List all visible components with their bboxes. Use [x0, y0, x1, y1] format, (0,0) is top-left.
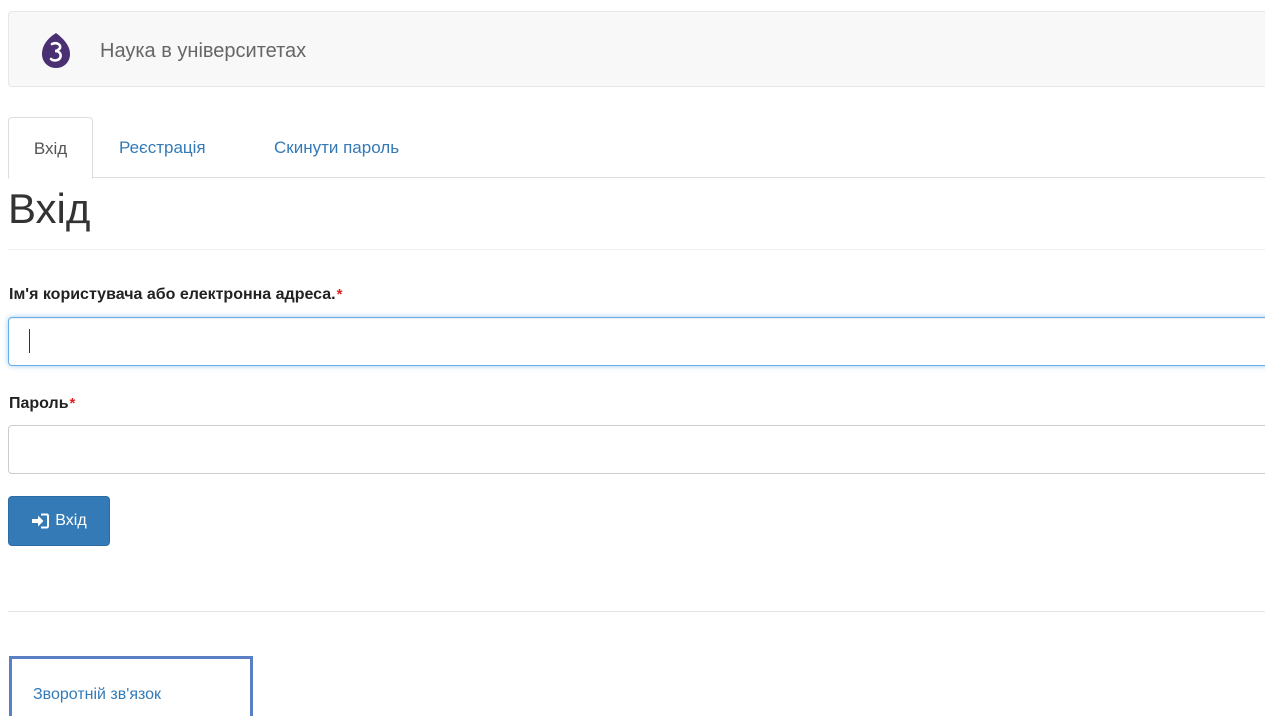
- university-logo-icon[interactable]: [36, 30, 76, 70]
- tab-reset-password[interactable]: Скинути пароль: [274, 117, 399, 178]
- tab-register[interactable]: Реєстрація: [119, 117, 206, 178]
- password-label: Пароль*: [9, 394, 75, 414]
- footer-divider: [8, 611, 1265, 612]
- auth-tabs: Вхід Реєстрація Скинути пароль: [8, 117, 1265, 179]
- username-input[interactable]: [8, 317, 1265, 366]
- username-label: Ім'я користувача або електронна адреса.*: [9, 285, 342, 305]
- feedback-link[interactable]: Зворотній зв'язок: [33, 685, 161, 705]
- feedback-highlight-box: Зворотній зв'язок: [9, 656, 253, 716]
- sign-in-icon: [32, 513, 50, 529]
- required-asterisk: *: [69, 395, 76, 412]
- tab-login[interactable]: Вхід: [8, 117, 93, 179]
- password-input[interactable]: [8, 425, 1265, 474]
- brand-title[interactable]: Наука в університетах: [100, 39, 306, 63]
- page-title: Вхід: [8, 185, 91, 232]
- password-label-text: Пароль: [9, 395, 69, 412]
- top-navbar: Наука в університетах: [8, 11, 1265, 87]
- login-button-label: Вхід: [55, 512, 87, 529]
- required-asterisk: *: [336, 286, 343, 303]
- login-button[interactable]: Вхід: [8, 496, 110, 546]
- text-caret: [29, 329, 30, 353]
- title-divider: [8, 249, 1265, 250]
- username-label-text: Ім'я користувача або електронна адреса.: [9, 286, 336, 303]
